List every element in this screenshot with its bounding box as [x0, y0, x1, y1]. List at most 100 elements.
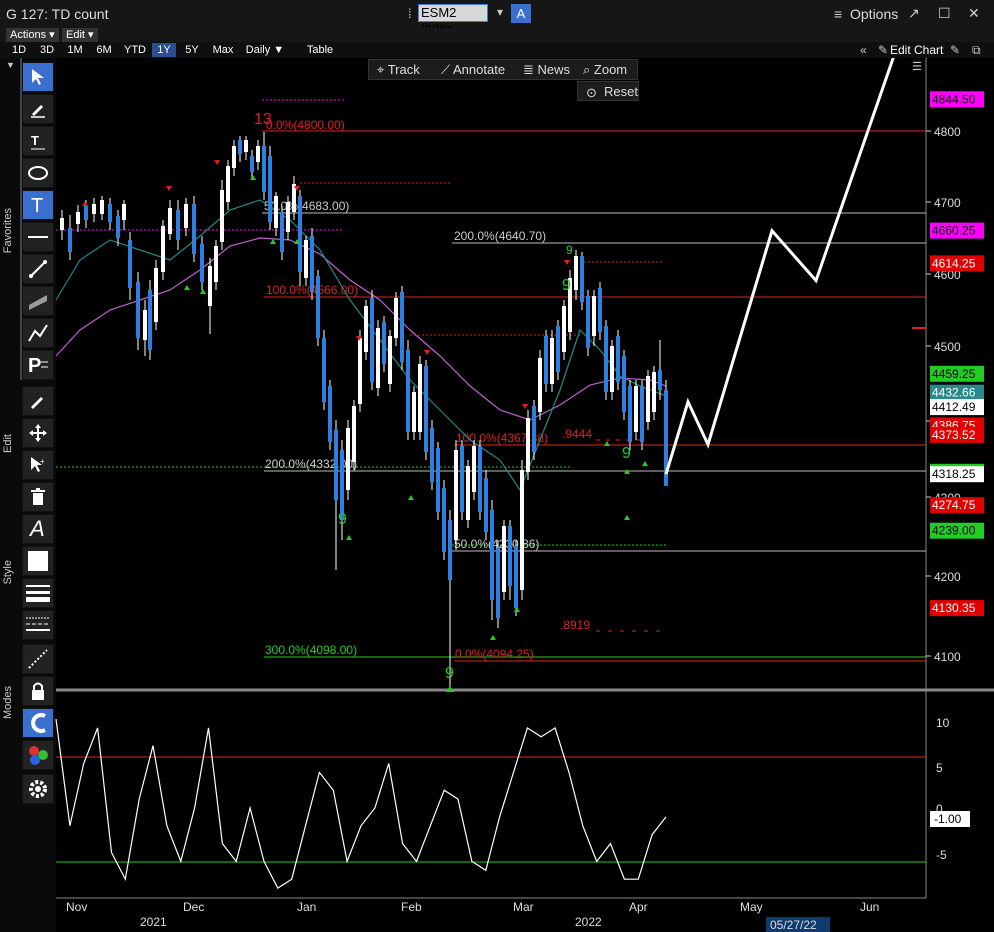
edit-chart-button[interactable]: Edit Chart	[890, 43, 943, 57]
candle[interactable]	[60, 218, 64, 230]
candle[interactable]	[586, 296, 590, 348]
candle[interactable]	[122, 204, 126, 220]
candle[interactable]	[280, 212, 284, 252]
candle[interactable]	[136, 282, 140, 338]
candle[interactable]	[466, 466, 470, 520]
candle[interactable]	[68, 228, 72, 252]
annotate-button[interactable]: ⟋ Annotate	[441, 62, 505, 78]
candle[interactable]	[316, 276, 320, 338]
options-button[interactable]: Options	[850, 6, 898, 22]
actions-menu[interactable]: Actions ▾	[6, 28, 59, 42]
range-1y[interactable]: 1Y	[152, 43, 176, 57]
range-5y[interactable]: 5Y	[180, 43, 204, 57]
candle[interactable]	[322, 338, 326, 402]
candle[interactable]	[358, 338, 362, 404]
candle[interactable]	[220, 190, 224, 242]
candle[interactable]	[394, 298, 398, 338]
candle[interactable]	[100, 200, 104, 214]
candle[interactable]	[514, 546, 518, 608]
candle[interactable]	[286, 202, 290, 232]
fib-ratio-label[interactable]: .8919	[560, 618, 590, 632]
candle[interactable]	[304, 240, 308, 278]
candle[interactable]	[412, 392, 416, 432]
candle[interactable]	[502, 526, 506, 592]
table-button[interactable]: Table	[300, 43, 340, 57]
candle[interactable]	[520, 470, 524, 590]
range-3d[interactable]: 3D	[36, 43, 58, 57]
candle[interactable]	[544, 336, 548, 384]
candle[interactable]	[478, 446, 482, 512]
range-1m[interactable]: 1M	[64, 43, 86, 57]
td-count-9[interactable]: 9	[566, 243, 573, 257]
candle[interactable]	[376, 328, 380, 388]
candle[interactable]	[200, 244, 204, 282]
candle[interactable]	[84, 206, 88, 220]
menu-icon[interactable]: ≡	[834, 6, 842, 22]
candle[interactable]	[538, 358, 542, 412]
td-count-13[interactable]: 13	[254, 111, 272, 128]
candle[interactable]	[424, 366, 428, 452]
close-icon[interactable]: ✕	[968, 5, 980, 22]
candle[interactable]	[226, 166, 230, 202]
candle[interactable]	[108, 204, 112, 222]
candle[interactable]	[604, 326, 608, 392]
period-select[interactable]: Daily ▼	[242, 43, 288, 57]
range-ytd[interactable]: YTD	[120, 43, 150, 57]
range-6m[interactable]: 6M	[92, 43, 116, 57]
candle[interactable]	[640, 386, 644, 442]
candle[interactable]	[128, 240, 132, 288]
candle[interactable]	[592, 296, 596, 336]
track-button[interactable]: ⌖ Track	[377, 62, 420, 78]
candle[interactable]	[556, 326, 560, 372]
collapse-icon[interactable]: «	[860, 43, 867, 57]
candle[interactable]	[364, 306, 368, 352]
candle[interactable]	[628, 386, 632, 442]
candle[interactable]	[262, 146, 266, 192]
fib-label[interactable]: 0.0%(4800.00)	[266, 118, 345, 132]
candle[interactable]	[298, 196, 302, 272]
candle[interactable]	[418, 364, 422, 432]
candle[interactable]	[256, 146, 260, 162]
td-count-9[interactable]: 9	[445, 665, 454, 682]
candle[interactable]	[532, 406, 536, 452]
candle[interactable]	[598, 288, 602, 332]
candle[interactable]	[382, 322, 386, 364]
candle[interactable]	[310, 236, 314, 292]
candle[interactable]	[116, 216, 120, 238]
candle[interactable]	[192, 204, 196, 254]
fib-label[interactable]: 0.0%(4094.25)	[455, 647, 534, 661]
candle[interactable]	[442, 488, 446, 552]
candle[interactable]	[328, 386, 332, 442]
candle[interactable]	[574, 256, 578, 290]
candle[interactable]	[526, 418, 530, 472]
candle[interactable]	[340, 450, 344, 520]
candle[interactable]	[454, 450, 458, 540]
candle[interactable]	[388, 336, 392, 384]
candle[interactable]	[484, 478, 488, 532]
ticker-input[interactable]: ESM2 Index	[418, 4, 488, 35]
candle[interactable]	[436, 448, 440, 512]
maximize-icon[interactable]: ☐	[938, 5, 951, 22]
candle[interactable]	[496, 548, 500, 618]
candle[interactable]	[238, 140, 242, 154]
candle[interactable]	[143, 310, 147, 340]
td-count-9[interactable]: 9	[622, 445, 631, 462]
candle[interactable]	[550, 338, 554, 384]
td-count-9[interactable]: 9	[338, 511, 347, 528]
candle[interactable]	[208, 266, 212, 306]
candle[interactable]	[400, 292, 404, 362]
ticker-dropdown-icon[interactable]: ▾	[497, 5, 503, 19]
news-button[interactable]: ≣ News	[523, 62, 570, 78]
candle[interactable]	[176, 210, 180, 240]
candle[interactable]	[610, 346, 614, 392]
candle[interactable]	[92, 204, 96, 214]
candle[interactable]	[562, 306, 566, 352]
candle[interactable]	[370, 298, 374, 382]
ticker-a-button[interactable]: A	[511, 4, 531, 23]
candle[interactable]	[646, 376, 650, 422]
candle[interactable]	[508, 526, 512, 586]
edit-settings-icon[interactable]: ✎	[950, 43, 960, 57]
candle[interactable]	[250, 156, 254, 172]
candle[interactable]	[622, 356, 626, 412]
price-chart[interactable]: 4800 4700 4600 4500 4400 4300 4200 4100 …	[0, 58, 994, 932]
